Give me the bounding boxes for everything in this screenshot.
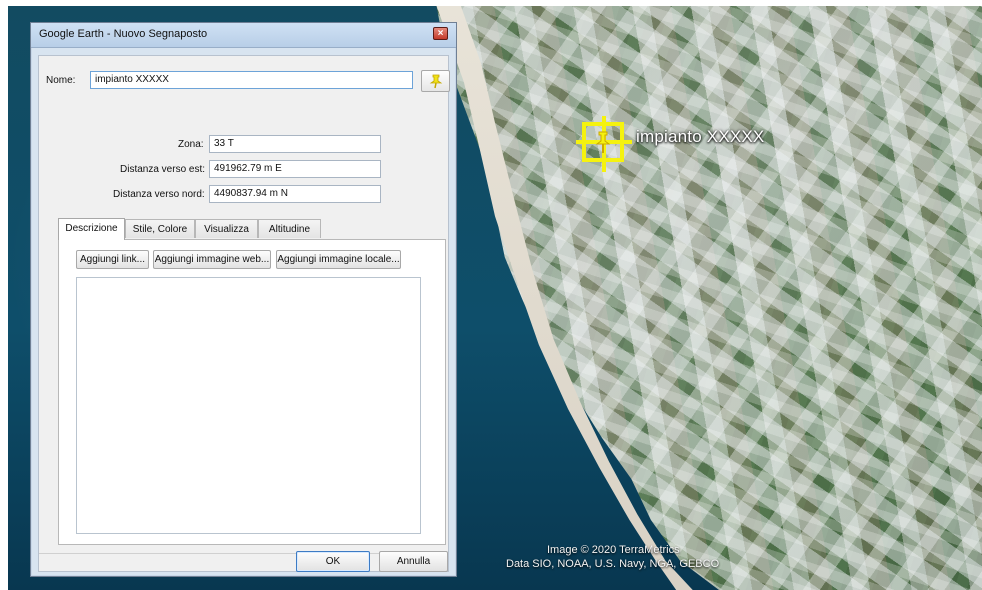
north-distance-label: Distanza verso nord: <box>113 189 205 200</box>
add-local-image-button[interactable]: Aggiungi immagine locale... <box>276 250 401 269</box>
east-distance-field[interactable]: 491962.79 m E <box>209 160 381 178</box>
pushpin-icon <box>429 74 443 89</box>
close-button[interactable]: × <box>433 27 448 40</box>
google-earth-screen: impianto XXXXX Image © 2020 TerraMetrics… <box>0 0 982 590</box>
map-credits: Image © 2020 TerraMetrics Data SIO, NOAA… <box>506 543 719 571</box>
new-placemark-dialog: Google Earth - Nuovo Segnaposto × Nome: … <box>30 22 457 577</box>
name-label: Nome: <box>46 75 76 86</box>
zone-field[interactable]: 33 T <box>209 135 381 153</box>
tab-view[interactable]: Visualizza <box>195 219 258 238</box>
ok-button[interactable]: OK <box>296 551 370 572</box>
add-link-button[interactable]: Aggiungi link... <box>76 250 149 269</box>
data-credit: Data SIO, NOAA, U.S. Navy, NGA, GEBCO <box>506 558 720 570</box>
placemark-pin-icon[interactable] <box>592 130 614 154</box>
add-web-image-button[interactable]: Aggiungi immagine web... <box>153 250 271 269</box>
placemark-label[interactable]: impianto XXXXX <box>636 127 764 147</box>
east-distance-label: Distanza verso est: <box>120 164 206 175</box>
dialog-title: Google Earth - Nuovo Segnaposto <box>39 28 208 40</box>
tab-altitude[interactable]: Altitudine <box>258 219 321 238</box>
zone-label: Zona: <box>178 139 204 150</box>
placemark-icon-button[interactable] <box>421 70 450 92</box>
tab-style-color[interactable]: Stile, Colore <box>125 219 195 238</box>
name-input[interactable]: impianto XXXXX <box>90 71 413 89</box>
close-icon: × <box>437 28 444 39</box>
dialog-content: Nome: impianto XXXXX Zona: 33 T Distanza… <box>38 55 450 572</box>
cancel-button[interactable]: Annulla <box>379 551 448 572</box>
placemark-tabs: Descrizione Stile, Colore Visualizza Alt… <box>58 218 326 240</box>
dialog-titlebar[interactable]: Google Earth - Nuovo Segnaposto × <box>31 23 456 48</box>
description-textarea[interactable] <box>76 277 421 534</box>
image-credit: Image © 2020 TerraMetrics <box>547 544 680 556</box>
tab-description[interactable]: Descrizione <box>58 218 125 240</box>
description-panel: Aggiungi link... Aggiungi immagine web..… <box>58 239 446 545</box>
north-distance-field[interactable]: 4490837.94 m N <box>209 185 381 203</box>
